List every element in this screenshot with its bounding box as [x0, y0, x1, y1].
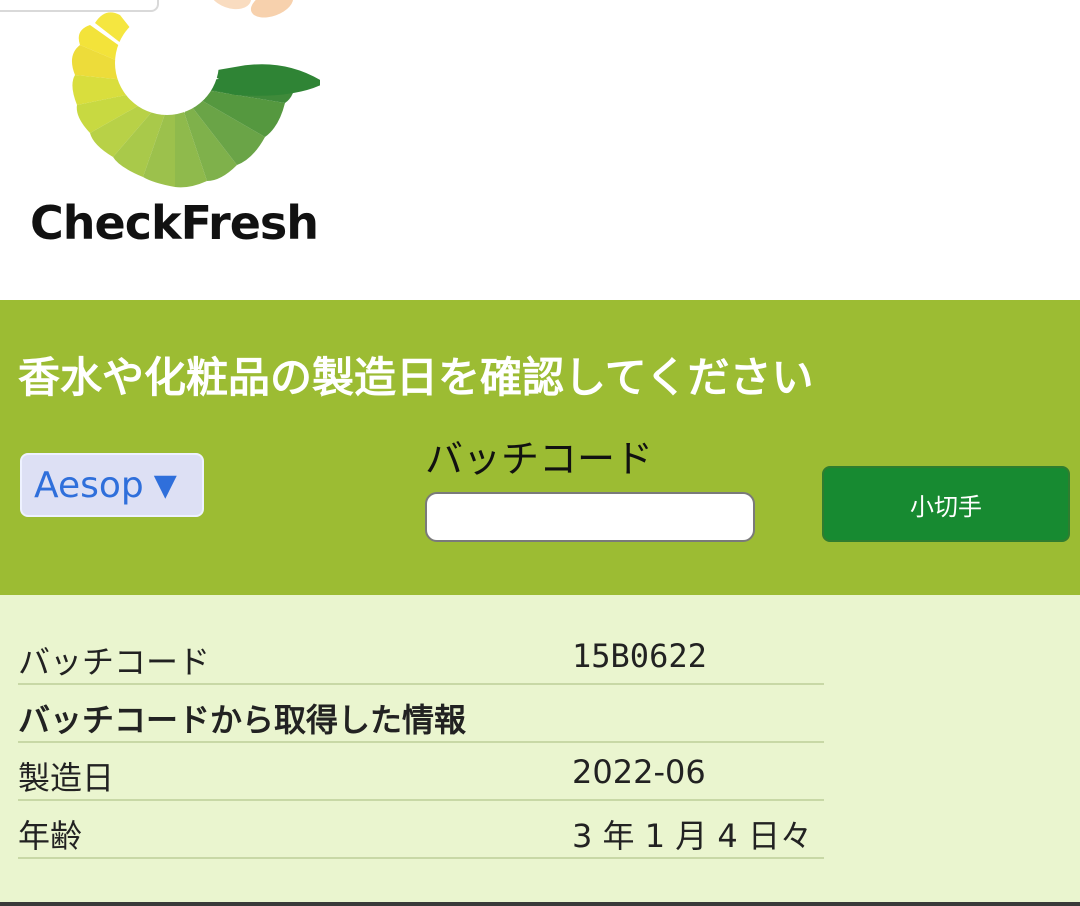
sunflower-logo-icon [71, 0, 320, 188]
result-value: 15B0622 [572, 637, 707, 675]
header: CheckFresh [0, 0, 1080, 300]
form-band: 香水や化粧品の製造日を確認してください Aesop ▼ バッチコード 小切手 [0, 300, 1080, 595]
brand-select[interactable]: Aesop ▼ [20, 453, 204, 517]
result-key: 年齢 [18, 817, 83, 855]
result-row-manufacture-date: 製造日 2022-06 [18, 743, 824, 801]
result-key: バッチコード [18, 643, 211, 681]
check-button[interactable]: 小切手 [822, 466, 1070, 542]
result-row-age: 年齢 3 年 1 月 4 日々 [18, 801, 824, 859]
brand-name: CheckFresh [30, 196, 319, 250]
result-section-heading: バッチコードから取得した情報 [18, 701, 467, 739]
result-table: バッチコード 15B0622 バッチコードから取得した情報 製造日 2022-0… [18, 627, 824, 859]
result-row-batch-code: バッチコード 15B0622 [18, 627, 824, 685]
result-row-section-heading: バッチコードから取得した情報 [18, 685, 824, 743]
form-title: 香水や化粧品の製造日を確認してください [18, 353, 814, 402]
brand-select-value: Aesop [34, 464, 144, 506]
result-value: 3 年 1 月 4 日々 [572, 817, 812, 855]
bottom-edge [0, 902, 1080, 906]
result-key: 製造日 [18, 759, 115, 797]
result-value: 2022-06 [572, 753, 706, 791]
results-panel: バッチコード 15B0622 バッチコードから取得した情報 製造日 2022-0… [0, 595, 1080, 906]
triangle-down-icon: ▼ [153, 467, 177, 503]
batch-code-label: バッチコード [425, 437, 654, 481]
batch-code-input[interactable] [425, 492, 755, 542]
page: CheckFresh 香水や化粧品の製造日を確認してください Aesop ▼ バ… [0, 0, 1080, 906]
